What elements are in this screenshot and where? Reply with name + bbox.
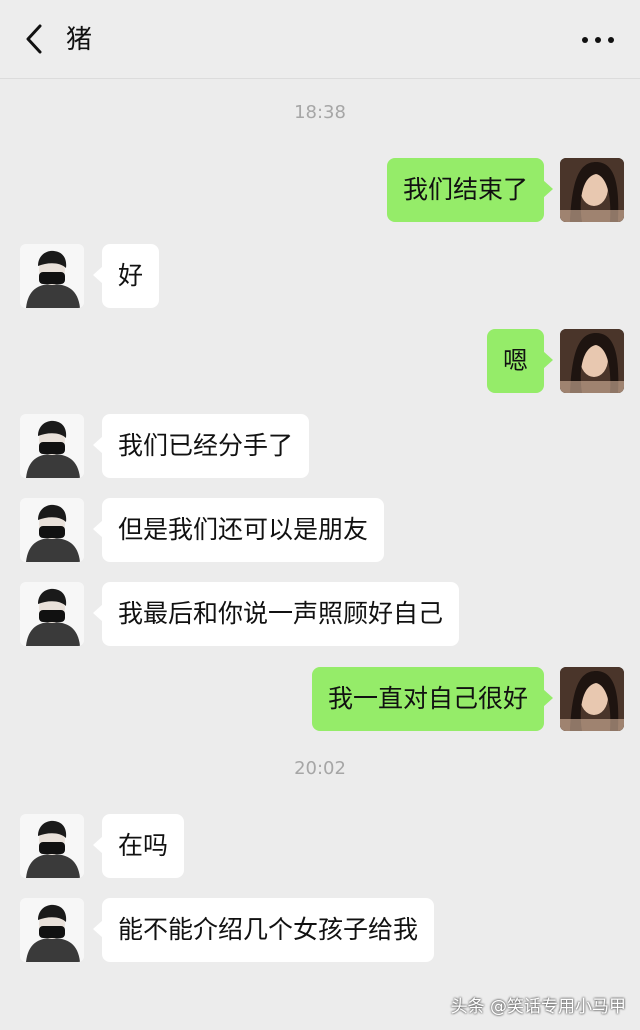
my-avatar[interactable] [560,158,624,222]
my-avatar[interactable] [560,667,624,731]
watermark: 头条 @笑话专用小马甲 [450,997,626,1017]
message-row: 但是我们还可以是朋友 [0,498,640,566]
more-dots-icon[interactable] [578,22,618,56]
chevron-left-icon[interactable] [18,22,52,56]
contact-avatar[interactable] [20,498,84,562]
message-row: 好 [0,244,640,312]
message-row: 在吗 [0,814,640,882]
message-row: 我一直对自己很好 [0,667,640,735]
chat-header: 猪 [0,0,640,79]
received-message-bubble[interactable]: 我最后和你说一声照顾好自己 [92,582,460,646]
received-message-bubble[interactable]: 我们已经分手了 [92,414,310,478]
my-avatar[interactable] [560,329,624,393]
contact-avatar[interactable] [20,582,84,646]
message-row: 我最后和你说一声照顾好自己 [0,582,640,650]
message-row: 我们已经分手了 [0,414,640,482]
sent-message-bubble[interactable]: 嗯 [486,329,554,393]
message-row: 我们结束了 [0,158,640,226]
contact-avatar[interactable] [20,414,84,478]
sent-message-bubble[interactable]: 我们结束了 [386,158,554,222]
contact-avatar[interactable] [20,814,84,878]
received-message-bubble[interactable]: 但是我们还可以是朋友 [92,498,385,562]
received-message-bubble[interactable]: 能不能介绍几个女孩子给我 [92,898,435,962]
received-message-bubble[interactable]: 在吗 [92,814,185,878]
message-row: 能不能介绍几个女孩子给我 [0,898,640,966]
sent-message-bubble[interactable]: 我一直对自己很好 [311,667,554,731]
contact-avatar[interactable] [20,244,84,308]
timestamp: 20:02 [294,758,346,779]
timestamp: 18:38 [294,102,346,123]
chat-title: 猪 [66,25,93,55]
contact-avatar[interactable] [20,898,84,962]
received-message-bubble[interactable]: 好 [92,244,160,308]
message-row: 嗯 [0,329,640,397]
